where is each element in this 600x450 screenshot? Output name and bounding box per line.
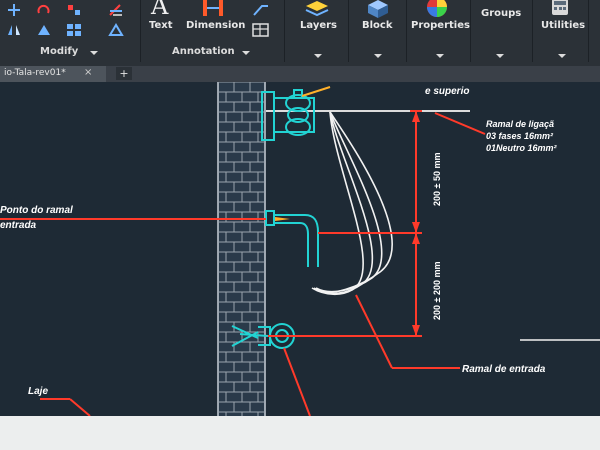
trim-icon[interactable] — [66, 2, 82, 16]
autocad-window: Modify A Text Dimension Annotation Layer… — [0, 0, 600, 450]
utilities-calculator-icon[interactable] — [550, 0, 570, 16]
table-icon[interactable] — [252, 22, 270, 37]
document-tab[interactable]: io-Tala-rev01* × — [0, 66, 106, 82]
fillet-icon[interactable] — [36, 22, 52, 36]
drawing-canvas[interactable]: e superio Ramal de ligaçã 03 fases 16mm²… — [0, 82, 600, 416]
ribbon-separator — [140, 0, 141, 62]
properties-button[interactable]: Properties — [411, 20, 470, 31]
offset-icon[interactable] — [108, 22, 124, 36]
utilities-button[interactable]: Utilities — [541, 20, 585, 31]
block-icon[interactable] — [366, 0, 390, 18]
annotation-dropdown-icon[interactable] — [242, 51, 250, 55]
close-icon[interactable]: × — [84, 67, 92, 78]
groups-dropdown-icon[interactable] — [496, 54, 504, 58]
entrance-conduit — [265, 210, 319, 267]
dimension-lower-label: 200 ± 200 mm — [432, 262, 442, 320]
modify-dropdown-icon[interactable] — [90, 51, 98, 55]
new-tab-button[interactable]: + — [116, 67, 132, 80]
stretch-icon[interactable] — [108, 0, 124, 12]
entrance-connector-mark — [275, 217, 290, 221]
rotate-icon[interactable] — [36, 2, 52, 16]
cad-drawing[interactable]: e superio Ramal de ligaçã 03 fases 16mm²… — [0, 82, 600, 416]
laje-label: Laje — [28, 386, 48, 397]
properties-dropdown-icon[interactable] — [436, 54, 444, 58]
dimension-upper-label: 200 ± 50 mm — [432, 153, 442, 206]
ramal-entrada-label: Ramal de entrada — [462, 364, 546, 375]
mirror-icon[interactable] — [6, 22, 22, 36]
ribbon-separator — [470, 0, 471, 62]
move-icon[interactable] — [6, 2, 22, 16]
dimension-tool-icon[interactable] — [200, 0, 226, 18]
ribbon: Modify A Text Dimension Annotation Layer… — [0, 0, 600, 66]
insulator-pointer — [301, 86, 331, 97]
monitor-bezel — [0, 416, 600, 450]
properties-color-wheel-icon[interactable] — [424, 0, 450, 18]
utilities-dropdown-icon[interactable] — [558, 54, 566, 58]
groups-button[interactable]: Groups — [481, 8, 521, 19]
layers-button[interactable]: Layers — [300, 20, 337, 31]
ribbon-separator — [406, 0, 407, 62]
fases-label: 03 fases 16mm² — [486, 131, 554, 141]
document-tab-bar: io-Tala-rev01* × + — [0, 66, 600, 82]
ponto-ramal-label: Ponto do ramal — [0, 205, 73, 216]
entrada-label: entrada — [0, 220, 37, 231]
layers-dropdown-icon[interactable] — [314, 54, 322, 58]
dimension-tool-button[interactable]: Dimension — [186, 20, 245, 31]
drop-cables — [311, 111, 393, 296]
text-tool-button[interactable]: Text — [149, 20, 173, 31]
document-tab-label: io-Tala-rev01* — [4, 68, 66, 78]
block-button[interactable]: Block — [362, 20, 393, 31]
ramal-ligacao-label: Ramal de ligaçã — [486, 119, 554, 129]
neutro-label: 01Neutro 16mm² — [486, 143, 558, 153]
ribbon-separator — [532, 0, 533, 62]
modify-panel-title[interactable]: Modify — [40, 46, 78, 57]
array-icon[interactable] — [66, 22, 82, 36]
brick-wall — [217, 82, 266, 416]
svg-text:A: A — [150, 0, 169, 18]
text-tool-icon[interactable]: A — [148, 0, 174, 20]
top-superior-label: e superio — [425, 86, 469, 97]
annotation-panel-title[interactable]: Annotation — [172, 46, 235, 57]
ribbon-separator — [588, 0, 589, 62]
ribbon-separator — [348, 0, 349, 62]
layers-icon[interactable] — [304, 0, 330, 18]
ribbon-separator — [284, 0, 285, 62]
block-dropdown-icon[interactable] — [374, 54, 382, 58]
leader-icon[interactable] — [252, 2, 270, 16]
top-insulator — [261, 89, 315, 141]
